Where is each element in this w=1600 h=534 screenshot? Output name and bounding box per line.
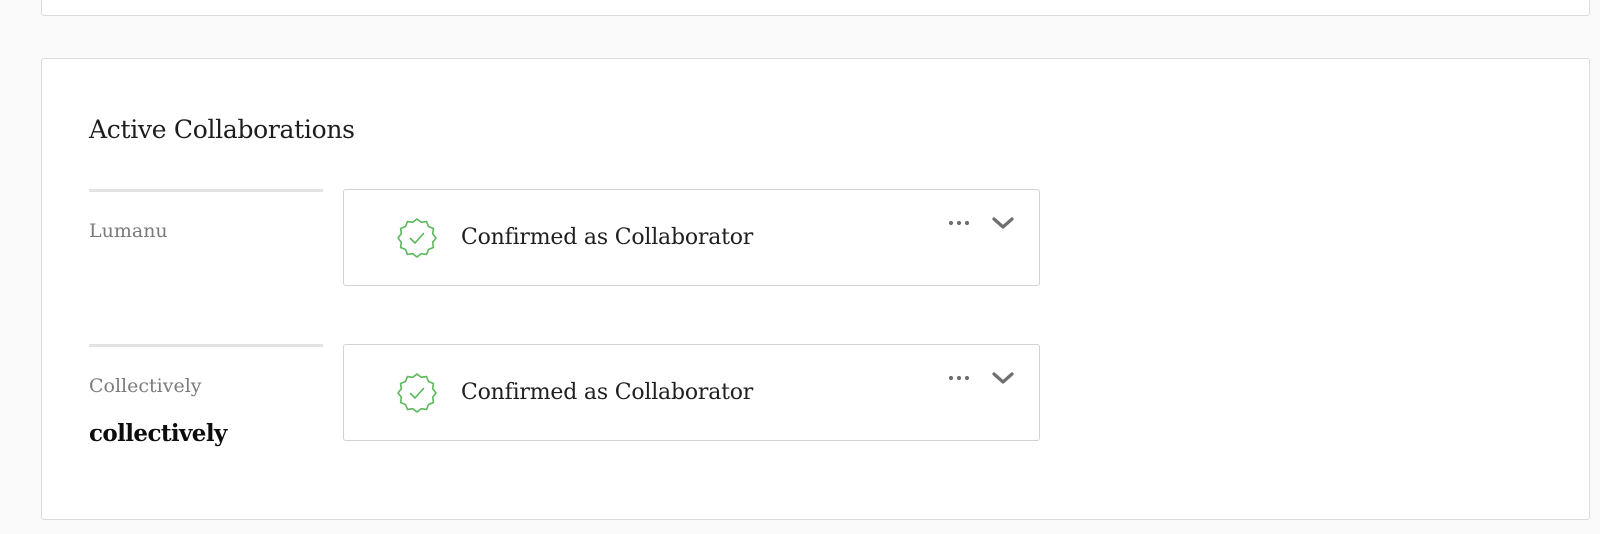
organization-column: Collectively collectively (89, 344, 323, 447)
previous-section-card (41, 0, 1590, 16)
organization-column: Lumanu (89, 189, 323, 287)
divider (89, 189, 323, 192)
organization-name: Lumanu (89, 220, 168, 242)
more-options-icon[interactable] (944, 369, 974, 387)
section-title: Active Collaborations (89, 115, 355, 144)
verified-badge-icon (397, 218, 437, 258)
status-label: Confirmed as Collaborator (461, 225, 754, 250)
collaboration-row: Lumanu Confirmed as Collaborator (89, 189, 1044, 287)
chevron-down-icon[interactable] (989, 212, 1017, 234)
more-options-icon[interactable] (944, 214, 974, 232)
collaboration-status-card[interactable]: Confirmed as Collaborator (343, 344, 1040, 441)
status-label: Confirmed as Collaborator (461, 380, 754, 405)
chevron-down-icon[interactable] (989, 367, 1017, 389)
organization-name: Collectively (89, 375, 202, 397)
collaboration-row: Collectively collectively Confirmed as C… (89, 344, 1044, 447)
divider (89, 344, 323, 347)
collaboration-status-card[interactable]: Confirmed as Collaborator (343, 189, 1040, 286)
verified-badge-icon (397, 373, 437, 413)
active-collaborations-card: Active Collaborations Lumanu Confirmed a… (41, 58, 1590, 520)
organization-logo: collectively (89, 420, 227, 447)
